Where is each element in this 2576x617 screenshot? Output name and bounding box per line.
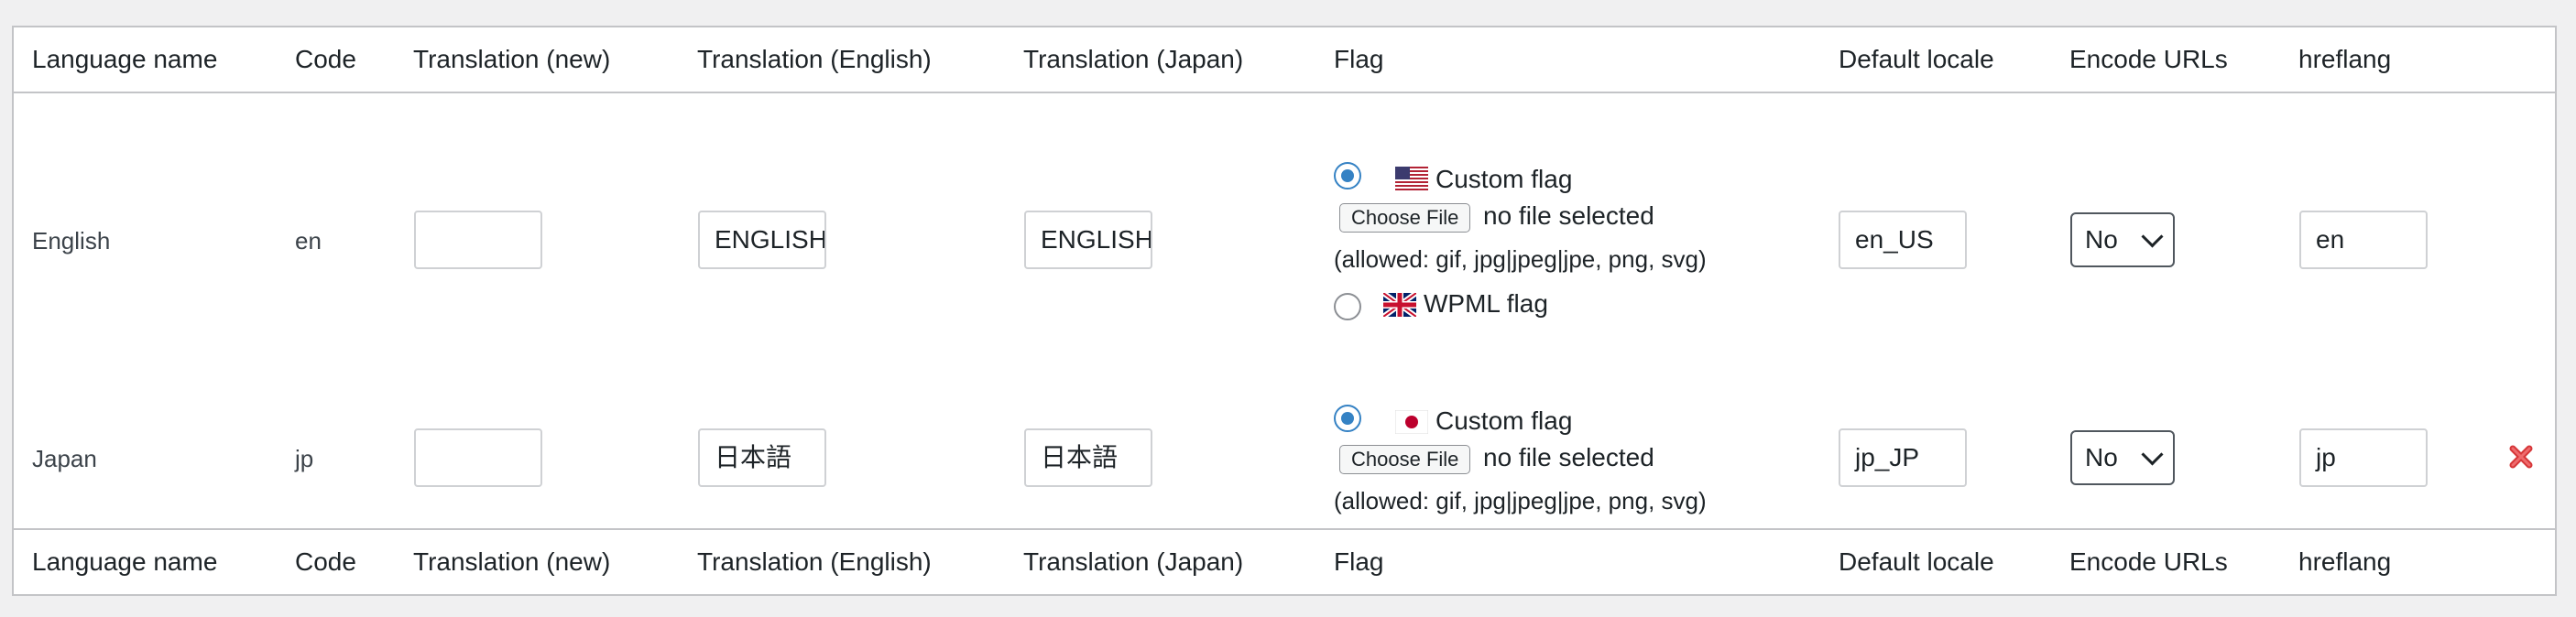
default-locale-input[interactable]: en_US [1839,211,1967,269]
language-code: jp [295,445,314,472]
hreflang-input[interactable]: jp [2299,428,2428,487]
languages-table: Language name Code Translation (new) Tra… [12,26,2557,596]
encode-urls-value: No [2085,225,2118,254]
header-translation-japan: Translation (Japan) [1023,45,1244,73]
no-file-selected: no file selected [1483,443,1654,471]
header-default-locale: Default locale [1839,45,1994,73]
chevron-down-icon [2141,225,2164,248]
japan-flag-icon [1395,410,1428,434]
footer-flag: Flag [1334,547,1384,576]
footer-translation-japan: Translation (Japan) [1023,547,1244,576]
translation-new-input[interactable] [414,211,542,269]
table-row-english: English en ENGLISH ENGLISH Custom flag C… [14,93,2555,320]
us-flag-icon [1395,167,1428,190]
custom-flag-radio[interactable] [1334,162,1361,189]
header-encode-urls: Encode URLs [2069,45,2228,73]
custom-flag-label: Custom flag [1435,406,1573,435]
chevron-down-icon [2141,443,2164,466]
no-file-selected: no file selected [1483,201,1654,230]
encode-urls-select[interactable]: No [2070,430,2175,485]
footer-code: Code [295,547,356,576]
custom-flag-label: Custom flag [1435,165,1573,193]
allowed-formats: (allowed: gif, jpg|jpeg|jpe, png, svg) [1334,245,1707,273]
language-name: Japan [32,445,97,472]
translation-japan-input[interactable]: 日本語 [1024,428,1152,487]
default-locale-input[interactable]: jp_JP [1839,428,1967,487]
delete-icon[interactable] [2507,443,2535,471]
choose-file-button[interactable]: Choose File [1339,445,1471,474]
header-translation-english: Translation (English) [697,45,932,73]
footer-default-locale: Default locale [1839,547,1994,576]
footer-translation-english: Translation (English) [697,547,932,576]
language-name: English [32,227,111,254]
header-translation-new: Translation (new) [413,45,611,73]
translation-japan-input[interactable]: ENGLISH [1024,211,1152,269]
footer-translation-new: Translation (new) [413,547,611,576]
table-row-japan: Japan jp 日本語 日本語 Custom flag Choose File… [14,309,2555,534]
footer-hreflang: hreflang [2298,547,2392,576]
language-code: en [295,227,322,254]
encode-urls-value: No [2085,443,2118,471]
encode-urls-select[interactable]: No [2070,212,2175,267]
translation-english-input[interactable]: ENGLISH [698,211,826,269]
custom-flag-radio[interactable] [1334,405,1361,432]
table-footer: Language name Code Translation (new) Tra… [14,528,2555,594]
table-header: Language name Code Translation (new) Tra… [14,27,2555,93]
footer-language-name: Language name [32,547,218,576]
allowed-formats: (allowed: gif, jpg|jpeg|jpe, png, svg) [1334,487,1707,514]
header-hreflang: hreflang [2298,45,2392,73]
footer-encode-urls: Encode URLs [2069,547,2228,576]
header-language-name: Language name [32,45,218,73]
header-flag: Flag [1334,45,1384,73]
hreflang-input[interactable]: en [2299,211,2428,269]
translation-english-input[interactable]: 日本語 [698,428,826,487]
translation-new-input[interactable] [414,428,542,487]
choose-file-button[interactable]: Choose File [1339,203,1471,233]
header-code: Code [295,45,356,73]
